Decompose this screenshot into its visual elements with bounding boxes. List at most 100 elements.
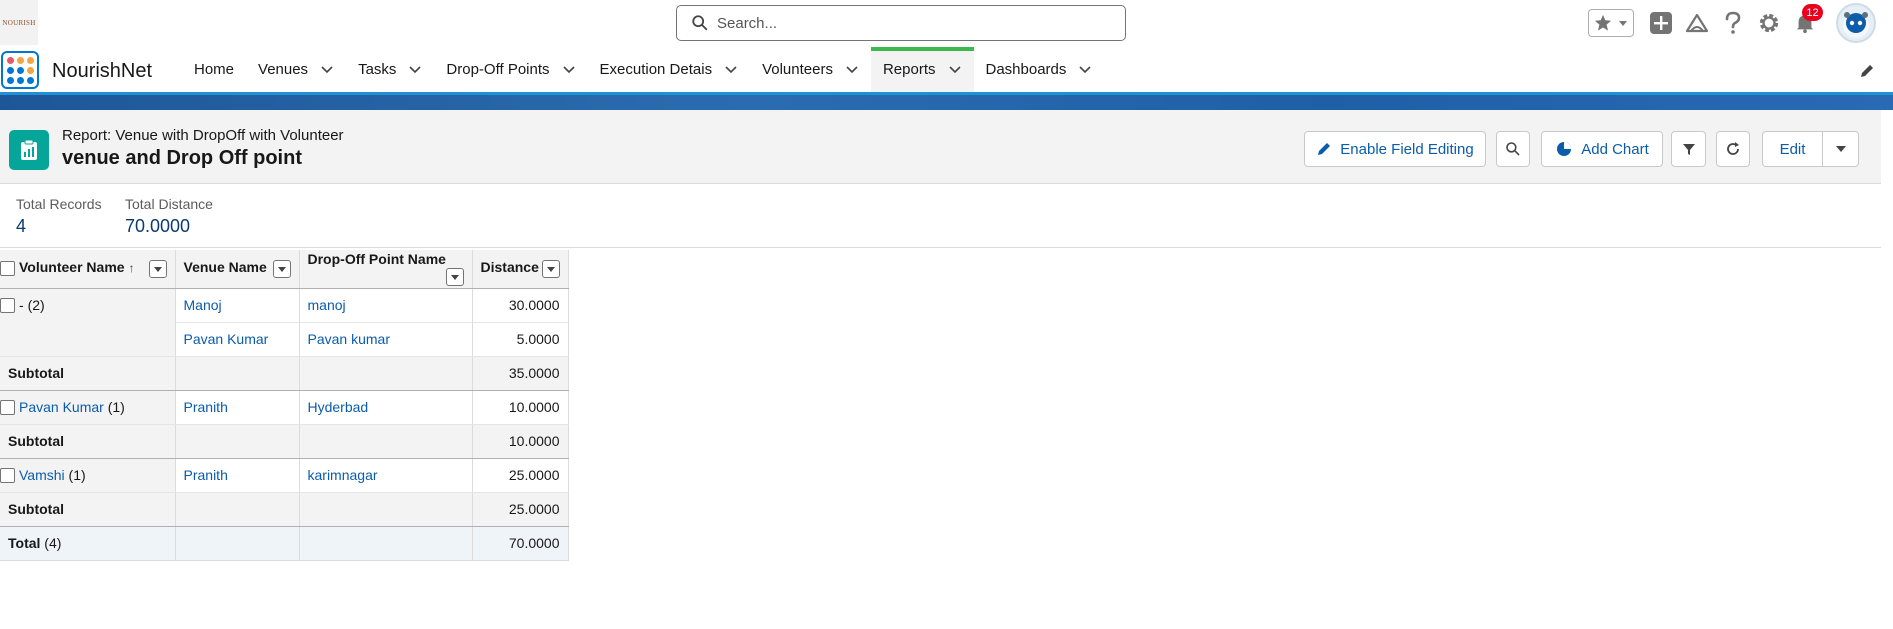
distance-cell: 30.0000 xyxy=(472,288,569,323)
filter-icon xyxy=(1682,144,1695,155)
select-all-checkbox[interactable] xyxy=(0,261,15,277)
dropoff-cell[interactable]: Pavan kumar xyxy=(299,322,473,357)
notifications-button[interactable]: 12 xyxy=(1792,4,1823,36)
chevron-down-icon[interactable] xyxy=(320,65,334,75)
search-report-button[interactable] xyxy=(1496,131,1530,167)
group-cell: - (2) xyxy=(0,288,176,357)
subtotal-value: 10.0000 xyxy=(472,424,569,459)
empty-cell xyxy=(299,356,473,391)
button-label: Enable Field Editing xyxy=(1340,140,1474,158)
refresh-button[interactable] xyxy=(1716,131,1750,167)
dropoff-link[interactable]: Hyderbad xyxy=(308,399,369,415)
edit-menu-button[interactable] xyxy=(1822,131,1859,167)
chevron-down-icon[interactable] xyxy=(1078,65,1092,75)
venue-cell[interactable]: Manoj xyxy=(175,288,300,323)
search-input[interactable] xyxy=(717,14,1117,32)
tab-execution-details[interactable]: Execution Detais xyxy=(588,47,751,92)
venue-cell[interactable]: Pranith xyxy=(175,458,300,493)
row-checkbox[interactable] xyxy=(0,400,15,416)
global-search[interactable] xyxy=(676,5,1126,41)
tab-label: Venues xyxy=(258,61,309,78)
dropoff-cell[interactable]: karimnagar xyxy=(299,458,473,493)
venue-link[interactable]: Pranith xyxy=(184,399,228,415)
group-volunteer: - xyxy=(19,296,24,313)
favorites-button[interactable] xyxy=(1588,9,1634,37)
row-checkbox[interactable] xyxy=(0,468,15,484)
app-nav-bar: NourishNet Home Venues Tasks Drop-Off Po… xyxy=(0,47,1893,95)
column-menu-button[interactable] xyxy=(541,260,560,279)
venue-cell[interactable]: Pranith xyxy=(175,390,300,425)
venue-link[interactable]: Manoj xyxy=(184,297,222,313)
edit-button[interactable]: Edit xyxy=(1762,131,1823,167)
column-label: Volunteer Name xyxy=(19,259,125,276)
dropoff-cell[interactable]: Hyderbad xyxy=(299,390,473,425)
group-volunteer-link[interactable]: Pavan Kumar xyxy=(19,399,104,415)
help-button[interactable] xyxy=(1720,10,1746,36)
column-header-volunteer-name[interactable]: Volunteer Name ↑ xyxy=(0,250,176,289)
tab-label: Reports xyxy=(882,61,936,78)
chevron-down-icon[interactable] xyxy=(562,65,576,75)
group-cell: Vamshi (1) xyxy=(0,458,176,493)
edit-nav-icon[interactable] xyxy=(1859,63,1875,79)
tab-volunteers[interactable]: Volunteers xyxy=(750,47,871,92)
dropoff-link[interactable]: manoj xyxy=(308,297,346,313)
filter-button[interactable] xyxy=(1671,131,1706,167)
total-label-cell: Total (4) xyxy=(0,525,176,561)
logo-text: NOURISH xyxy=(2,18,36,27)
empty-cell xyxy=(299,424,473,459)
column-header-distance[interactable]: Distance xyxy=(472,250,569,289)
chevron-down-icon[interactable] xyxy=(948,65,962,75)
empty-cell xyxy=(175,525,300,561)
column-menu-button[interactable] xyxy=(445,268,464,287)
summary-value: 70.0000 xyxy=(125,216,191,236)
total-row: Total (4) 70.0000 xyxy=(0,525,569,561)
tab-venues[interactable]: Venues xyxy=(246,47,346,92)
tab-drop-off-points[interactable]: Drop-Off Points xyxy=(434,47,587,92)
add-chart-button[interactable]: Add Chart xyxy=(1541,131,1663,167)
app-launcher-button[interactable] xyxy=(1,51,39,89)
page-title: venue and Drop Off point xyxy=(62,147,302,169)
venue-cell[interactable]: Pavan Kumar xyxy=(175,322,300,357)
chevron-down-icon[interactable] xyxy=(845,65,859,75)
refresh-icon xyxy=(1727,142,1739,155)
venue-link[interactable]: Pranith xyxy=(184,467,228,483)
global-actions-button[interactable] xyxy=(1648,10,1674,36)
chevron-down-icon[interactable] xyxy=(408,65,422,75)
chart-icon xyxy=(1557,142,1572,156)
total-records-summary: Total Records 4 xyxy=(16,196,102,237)
tab-home[interactable]: Home xyxy=(182,47,246,92)
org-logo[interactable]: NOURISH xyxy=(0,0,38,45)
app-name: NourishNet xyxy=(52,60,153,82)
nav-tabs: Home Venues Tasks Drop-Off Points Execut… xyxy=(182,47,1104,92)
venue-link[interactable]: Pavan Kumar xyxy=(184,331,269,347)
table-header-row: Volunteer Name ↑ Venue Name Drop-Off Poin… xyxy=(0,250,569,289)
group-volunteer-link[interactable]: Vamshi xyxy=(19,467,65,483)
enable-field-editing-button[interactable]: Enable Field Editing xyxy=(1304,131,1486,167)
button-label: Add Chart xyxy=(1581,140,1649,158)
subtotal-value: 35.0000 xyxy=(472,356,569,391)
row-checkbox[interactable] xyxy=(0,298,15,314)
tab-tasks[interactable]: Tasks xyxy=(346,47,434,92)
dropoff-cell[interactable]: manoj xyxy=(299,288,473,323)
tab-label: Volunteers xyxy=(762,61,833,78)
group-count: (1) xyxy=(107,398,125,415)
summary-label: Total Distance xyxy=(125,196,213,212)
dropoff-link[interactable]: karimnagar xyxy=(308,467,378,483)
tab-dashboards[interactable]: Dashboards xyxy=(974,47,1105,92)
tab-reports[interactable]: Reports xyxy=(870,47,974,92)
trailhead-button[interactable] xyxy=(1684,10,1710,36)
subtotal-value: 25.0000 xyxy=(472,492,569,527)
column-header-venue-name[interactable]: Venue Name xyxy=(175,250,300,289)
dropoff-link[interactable]: Pavan kumar xyxy=(308,331,390,347)
tab-label: Home xyxy=(194,61,235,78)
report-header: Report: Venue with DropOff with Voluntee… xyxy=(0,110,1881,184)
avatar[interactable] xyxy=(1836,3,1876,43)
column-menu-button[interactable] xyxy=(148,260,167,279)
setup-button[interactable] xyxy=(1756,10,1782,36)
column-menu-button[interactable] xyxy=(272,260,291,279)
subtotal-row: Subtotal 25.0000 xyxy=(0,492,569,527)
empty-cell xyxy=(175,424,300,459)
chevron-down-icon[interactable] xyxy=(724,65,738,75)
column-header-drop-off-point-name[interactable]: Drop-Off Point Name xyxy=(299,250,473,289)
header-icons: 12 xyxy=(1588,3,1876,43)
